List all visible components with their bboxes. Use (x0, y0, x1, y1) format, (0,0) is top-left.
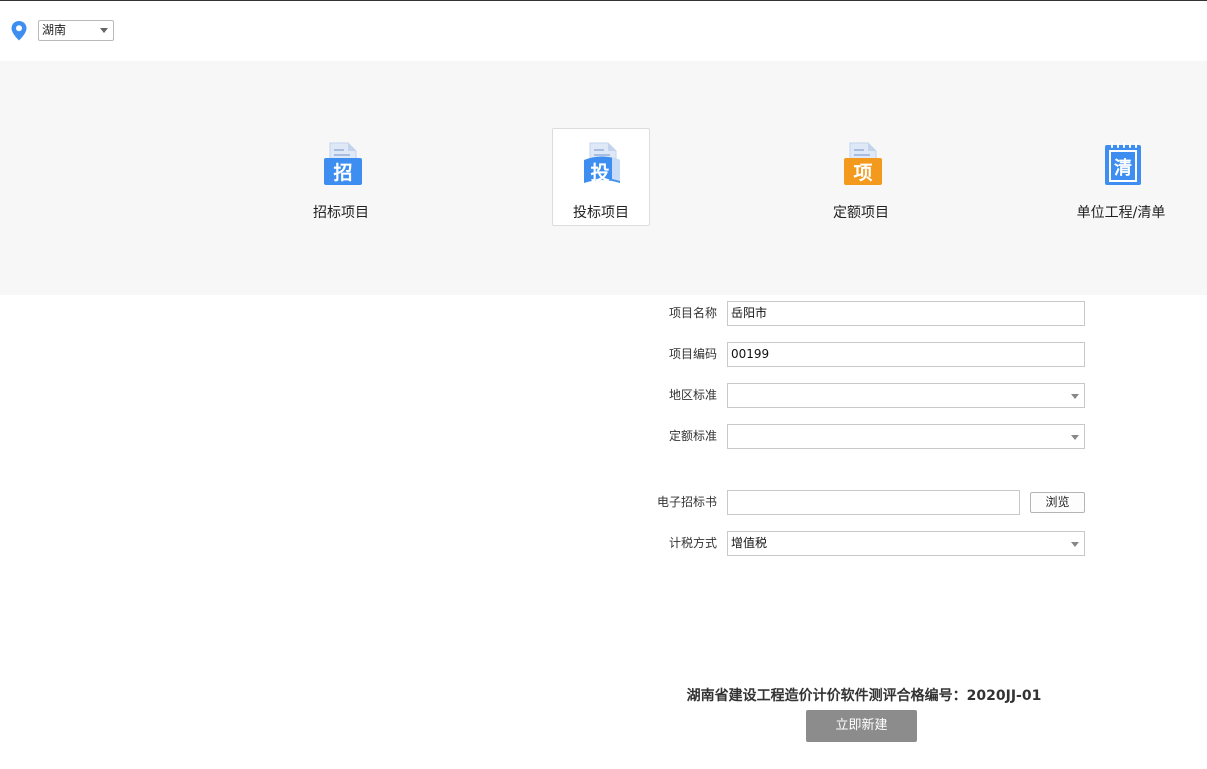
svg-text:投: 投 (590, 161, 609, 184)
create-now-button[interactable]: 立即新建 (806, 710, 917, 742)
tax-method-select[interactable]: 增值税 (727, 531, 1085, 556)
region-standard-select[interactable] (727, 383, 1085, 408)
tender-file-input[interactable] (727, 490, 1020, 515)
chevron-down-icon (1071, 435, 1079, 440)
project-type-label: 单位工程/清单 (1076, 205, 1166, 221)
window-top-border (0, 0, 1207, 1)
quota-standard-label: 定额标准 (668, 429, 717, 443)
svg-text:项: 项 (853, 162, 872, 184)
project-type-bill[interactable]: 清 单位工程/清单 (1072, 128, 1170, 226)
project-name-input[interactable]: 岳阳市 (727, 301, 1085, 326)
tax-method-value: 增值税 (731, 536, 768, 550)
project-type-quota[interactable]: 项 定额项目 (812, 128, 910, 226)
project-type-label: 招标项目 (313, 205, 369, 221)
project-name-label: 项目名称 (668, 306, 717, 320)
chevron-down-icon (100, 28, 108, 33)
bill-notebook-icon: 清 (1105, 142, 1141, 185)
project-type-label: 投标项目 (573, 205, 629, 221)
region-bar: 湖南 (10, 20, 114, 42)
region-standard-label: 地区标准 (668, 388, 717, 402)
project-type-tender[interactable]: 招 招标项目 (292, 128, 390, 226)
region-select[interactable]: 湖南 (38, 20, 114, 41)
bid-document-icon: 投 (584, 142, 620, 184)
tender-document-icon: 招 (324, 142, 362, 185)
certificate-text: 湖南省建设工程造价计价软件测评合格编号：2020JJ-01 (686, 688, 1042, 704)
project-code-input[interactable]: 00199 (727, 342, 1085, 367)
quota-standard-select[interactable] (727, 424, 1085, 449)
region-select-value: 湖南 (42, 23, 67, 37)
chevron-down-icon (1071, 394, 1079, 399)
location-pin-icon (11, 21, 27, 41)
project-type-label: 定额项目 (833, 205, 889, 221)
svg-text:清: 清 (1114, 158, 1132, 179)
project-type-band: 招 招标项目 投 投标项目 项 定额项目 清 单位工程/清单 (0, 61, 1207, 295)
tender-file-label: 电子招标书 (656, 495, 717, 509)
quota-document-icon: 项 (844, 142, 882, 185)
project-type-bid[interactable]: 投 投标项目 (552, 128, 650, 226)
tax-method-label: 计税方式 (668, 536, 717, 550)
svg-text:招: 招 (333, 161, 352, 184)
project-code-label: 项目编码 (668, 347, 717, 361)
browse-button[interactable]: 浏览 (1030, 492, 1085, 513)
chevron-down-icon (1071, 542, 1079, 547)
